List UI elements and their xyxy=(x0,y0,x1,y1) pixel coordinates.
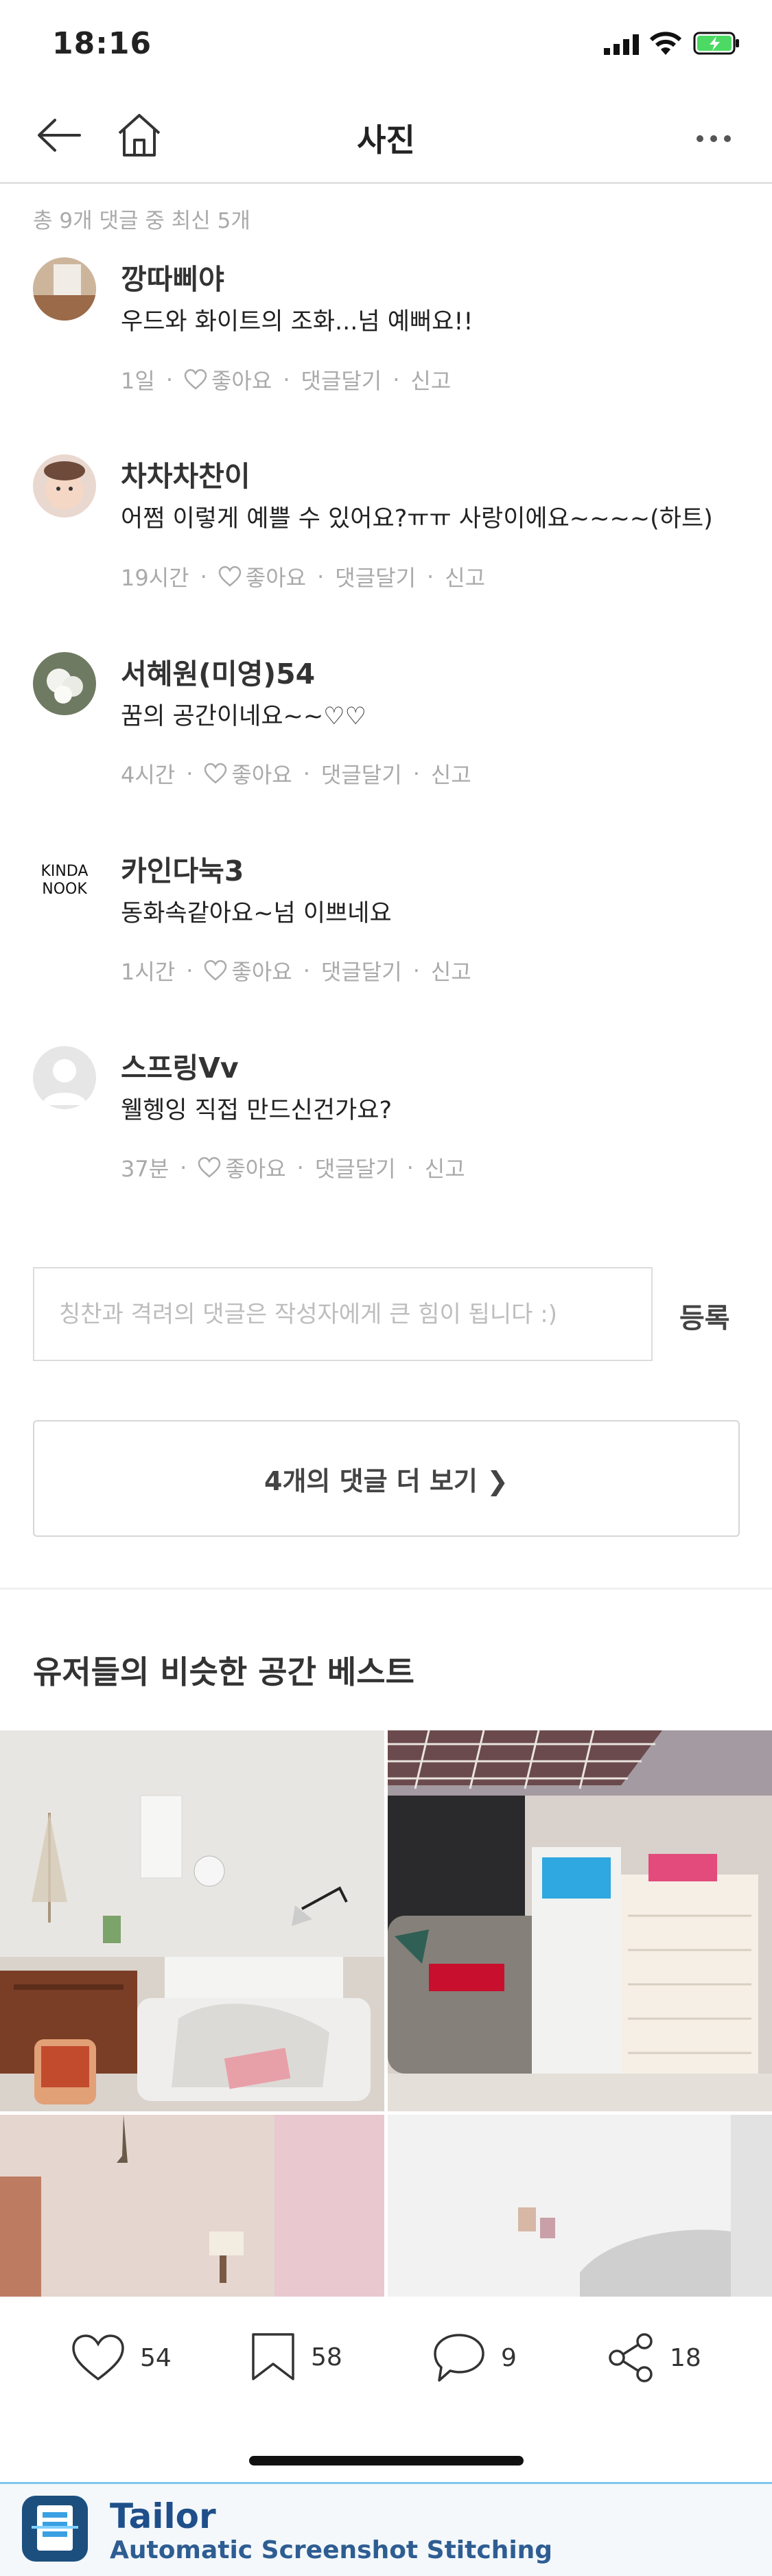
comment-summary: 총 9개 댓글 중 최신 5개 xyxy=(33,209,250,233)
submit-button[interactable]: 등록 xyxy=(679,1296,730,1336)
banner-title: Tailor xyxy=(110,2496,216,2536)
report-link[interactable]: 신고 xyxy=(445,561,485,592)
comment-time: 4시간 xyxy=(121,762,176,788)
avatar[interactable] xyxy=(33,257,96,321)
like-action[interactable]: 54 xyxy=(71,2334,172,2382)
reply-link[interactable]: 댓글달기 xyxy=(315,1152,396,1183)
comment-text: 꿈의 공간이네요~~♡♡ xyxy=(121,703,366,730)
comment-meta: 1일 · 좋아요 · 댓글달기 · 신고 xyxy=(121,364,451,395)
heart-icon[interactable] xyxy=(204,960,227,982)
heart-icon[interactable] xyxy=(198,1157,221,1179)
avatar[interactable] xyxy=(33,454,96,518)
report-link[interactable]: 신고 xyxy=(431,758,471,789)
wifi-icon xyxy=(648,30,683,59)
report-link[interactable]: 신고 xyxy=(425,1152,465,1183)
more-comments-button[interactable]: 4개의 댓글 더 보기 ❯ xyxy=(33,1420,740,1537)
reply-link[interactable]: 댓글달기 xyxy=(335,561,416,592)
share-action[interactable]: 18 xyxy=(607,2332,701,2383)
comment-action[interactable]: 9 xyxy=(432,2332,517,2383)
comment-text: 웰헹잉 직접 만드신건가요? xyxy=(121,1097,393,1124)
heart-icon[interactable] xyxy=(204,763,227,785)
section-divider xyxy=(0,1588,772,1590)
like-link[interactable]: 좋아요 xyxy=(231,955,292,986)
comment-time: 1일 xyxy=(121,368,155,394)
comment-meta: 4시간 · 좋아요 · 댓글달기 · 신고 xyxy=(121,758,471,789)
comment-text: 동화속같아요~넘 이쁘네요 xyxy=(121,900,392,927)
more-icon[interactable] xyxy=(696,132,732,146)
comment-count: 9 xyxy=(501,2343,517,2372)
more-comments-label: 4개의 댓글 더 보기 ❯ xyxy=(264,1465,508,1496)
avatar[interactable] xyxy=(33,652,96,715)
tailor-logo-icon xyxy=(22,2496,88,2564)
comment-author[interactable]: 카인다눅3 xyxy=(121,848,244,889)
like-link[interactable]: 좋아요 xyxy=(225,1152,285,1183)
bookmark-icon xyxy=(252,2333,294,2380)
like-link[interactable]: 좋아요 xyxy=(211,364,272,395)
photo-thumbnail[interactable] xyxy=(0,1730,384,2111)
cellular-signal-icon xyxy=(604,34,642,58)
avatar[interactable] xyxy=(33,1046,96,1109)
reply-link[interactable]: 댓글달기 xyxy=(301,364,382,395)
bookmark-count: 58 xyxy=(311,2343,342,2371)
heart-icon[interactable] xyxy=(218,566,242,588)
comment-time: 19시간 xyxy=(121,565,189,591)
reply-link[interactable]: 댓글달기 xyxy=(321,955,402,986)
photo-thumbnail[interactable] xyxy=(388,2115,772,2297)
comment-time: 1시간 xyxy=(121,959,176,985)
comment-author[interactable]: 서혜원(미영)54 xyxy=(121,651,315,692)
share-count: 18 xyxy=(670,2343,701,2372)
photo-thumbnail[interactable] xyxy=(0,2115,384,2297)
comment-meta: 37분 · 좋아요 · 댓글달기 · 신고 xyxy=(121,1152,465,1183)
banner-subtitle: Automatic Screenshot Stitching xyxy=(110,2536,553,2564)
comment-author[interactable]: 차차차찬이 xyxy=(121,453,250,494)
like-link[interactable]: 좋아요 xyxy=(246,561,306,592)
report-link[interactable]: 신고 xyxy=(410,364,451,395)
report-link[interactable]: 신고 xyxy=(431,955,471,986)
avatar-text: KINDA xyxy=(40,863,89,880)
comment-meta: 1시간 · 좋아요 · 댓글달기 · 신고 xyxy=(121,955,471,986)
action-bar: 54 58 9 18 xyxy=(0,2297,772,2479)
reply-link[interactable]: 댓글달기 xyxy=(321,758,402,789)
heart-icon xyxy=(72,2334,124,2381)
bookmark-action[interactable]: 58 xyxy=(250,2332,342,2382)
comment-author[interactable]: 스프링Vv xyxy=(121,1045,239,1086)
like-link[interactable]: 좋아요 xyxy=(231,758,292,789)
avatar[interactable]: KINDA NOOK xyxy=(33,849,96,912)
similar-section-title: 유저들의 비슷한 공간 베스트 xyxy=(33,1653,414,1691)
comment-meta: 19시간 · 좋아요 · 댓글달기 · 신고 xyxy=(121,561,485,592)
page-title: 사진 xyxy=(357,121,415,159)
heart-icon[interactable] xyxy=(184,369,207,391)
comment-author[interactable]: 깡따삐야 xyxy=(121,256,224,297)
share-icon xyxy=(609,2333,653,2382)
comment-time: 37분 xyxy=(121,1156,169,1182)
avatar-text: NOOK xyxy=(42,881,87,898)
like-count: 54 xyxy=(140,2343,172,2372)
comment-input-box xyxy=(33,1267,653,1361)
nav-divider xyxy=(0,182,772,184)
home-indicator[interactable] xyxy=(249,2456,524,2465)
status-time: 18:16 xyxy=(52,26,152,61)
comment-input[interactable] xyxy=(34,1268,651,1360)
comment-text: 어쩜 이렇게 예쁠 수 있어요?ㅠㅠ 사랑이에요~~~~(하트) xyxy=(121,505,713,533)
battery-icon xyxy=(693,32,741,58)
photo-thumbnail[interactable] xyxy=(388,1730,772,2111)
comment-text: 우드와 화이트의 조화...넘 예뻐요!! xyxy=(121,308,473,336)
comment-icon xyxy=(434,2334,484,2382)
